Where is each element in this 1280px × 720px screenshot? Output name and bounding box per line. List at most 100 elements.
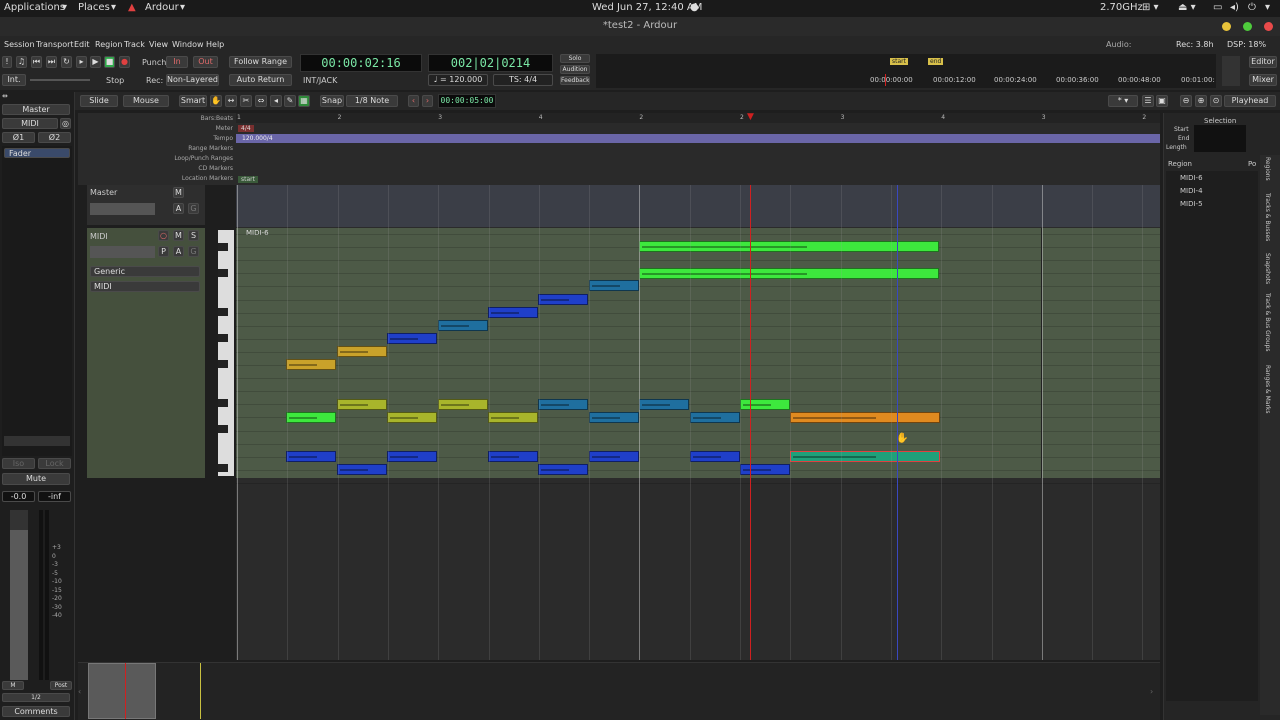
mini-timeline[interactable]: start end 00:00:00:00 00:00:12:00 00:00:… [596,54,1216,88]
midi-note[interactable] [337,464,387,475]
menu-region[interactable]: Region [95,40,122,49]
channel-select[interactable]: MIDI [90,281,200,292]
input-button[interactable]: MIDI [2,118,58,129]
zoom-focus-select[interactable]: Playhead [1224,95,1276,107]
record-mode-select[interactable]: Non-Layered [166,74,219,86]
places-menu[interactable]: Places [78,2,110,13]
shrink-tracks-icon[interactable]: ☰ [1142,95,1154,107]
midi-note[interactable] [690,451,740,462]
solo-button[interactable]: Solo [560,54,590,63]
midi-note[interactable] [538,399,588,410]
playhead-marker-icon[interactable]: ▼ [747,113,755,122]
nudge-forward-icon[interactable]: › [422,95,433,107]
editor-button[interactable]: Editor [1249,56,1277,68]
midi-note[interactable] [286,451,336,462]
gain-fader[interactable] [10,510,28,680]
midi-track-header[interactable]: MIDI ○ M S P A G Generic MIDI [87,228,234,478]
black-key[interactable] [218,425,228,433]
gain-entry[interactable]: -0.0 [2,491,35,502]
peak-display[interactable]: -inf [38,491,71,502]
master-automation-button[interactable]: A [173,203,184,214]
tab-track-bus-groups[interactable]: Track & Bus Groups [1264,293,1271,352]
edit-mode-select[interactable]: Slide [80,95,118,107]
grab-tool-icon[interactable]: ✋ [210,95,222,107]
bbt-ruler[interactable] [236,113,1160,123]
midi-automation-button[interactable]: A [173,246,184,257]
stretch-tool-icon[interactable]: ⇔ [255,95,267,107]
processor-box[interactable]: Fader [2,146,72,456]
goto-start-icon[interactable]: ⏮ [31,56,42,68]
ripple-mode-select[interactable]: Mouse [123,95,169,107]
midi-mute-button[interactable]: M [173,230,184,241]
playhead[interactable] [750,185,751,660]
master-gain-slider[interactable] [90,203,155,215]
black-key[interactable] [218,308,228,316]
master-group-button[interactable]: G [188,203,199,214]
summary-scroll-right-icon[interactable]: › [1150,687,1153,696]
strip-width-icon[interactable]: ⇹ [2,92,14,102]
shuttle-slider[interactable] [30,79,90,81]
midi-group-button[interactable]: G [188,246,199,257]
summary-view-box[interactable] [88,663,156,719]
primary-clock[interactable]: 00:00:02:16 [300,54,422,72]
power-icon[interactable]: ⏻ [1248,2,1256,13]
midi-note[interactable] [589,412,639,423]
master-mute-button[interactable]: M [173,187,184,198]
midi-note[interactable] [639,268,939,279]
nudge-clock[interactable]: 00:00:05:00 [438,94,496,108]
midi-track-name[interactable]: MIDI [90,232,108,241]
master-track-name[interactable]: Master [90,188,117,197]
start-marker[interactable]: start [890,58,908,65]
region-list-header[interactable]: Region [1168,160,1192,168]
tempo-marker[interactable]: 120.000/4 [242,135,273,142]
system-clock[interactable]: Wed Jun 27, 12:40 AM [592,2,702,13]
black-key[interactable] [218,464,228,472]
menu-edit[interactable]: Edit [74,40,90,49]
black-key[interactable] [218,243,228,251]
applications-menu[interactable]: Applications [4,2,65,13]
int-button[interactable]: Int. [2,74,26,86]
grid-type-select[interactable]: 1/8 Note [346,95,398,107]
meter-point-button[interactable]: M [2,681,24,690]
snap-button[interactable]: Snap [320,95,344,107]
content-tool-icon[interactable]: ▦ [298,95,310,107]
zoom-out-icon[interactable]: ⊖ [1180,95,1192,107]
location-start-marker[interactable]: start [238,176,258,183]
menu-track[interactable]: Track [124,40,145,49]
zoom-in-icon[interactable]: ⊕ [1195,95,1207,107]
nudge-back-icon[interactable]: ‹ [408,95,419,107]
visible-tracks-select[interactable]: * ▾ [1108,95,1138,107]
midi-note[interactable] [790,451,940,462]
meter-marker[interactable]: 4/4 [238,125,254,132]
region-position-header[interactable]: Po [1248,160,1256,168]
instrument-select[interactable]: Generic [90,266,200,277]
goto-end-icon[interactable]: ⏭ [46,56,57,68]
midi-note[interactable] [286,412,336,423]
phase-2-button[interactable]: Ø2 [38,132,71,143]
metronome-icon[interactable]: ♫ [16,56,27,68]
range-tool-icon[interactable]: ↔ [225,95,237,107]
smart-mode-button[interactable]: Smart [179,95,207,107]
selection-clocks[interactable] [1194,125,1246,152]
midi-note[interactable] [438,399,488,410]
menu-transport[interactable]: Transport [36,40,74,49]
solo-lock-button[interactable]: Lock [38,458,71,469]
meter-ruler[interactable]: 4/4 [236,124,1160,133]
sync-source[interactable]: INT/JACK [303,76,337,85]
location-ruler[interactable]: start [236,175,1160,184]
midi-note[interactable] [639,241,939,252]
region-list-item[interactable]: MIDI-5 [1180,200,1203,208]
minimize-button[interactable] [1222,22,1231,31]
tab-snapshots[interactable]: Snapshots [1264,253,1271,284]
midi-region-name[interactable]: MIDI-6 [246,229,269,237]
play-icon[interactable]: ▶ [90,56,101,68]
midi-note[interactable] [639,399,689,410]
region-list-item[interactable]: MIDI-4 [1180,187,1203,195]
midi-note[interactable] [538,294,588,305]
auto-return-button[interactable]: Auto Return [229,74,292,86]
tab-regions[interactable]: Regions [1264,157,1271,181]
midi-note[interactable] [387,333,437,344]
midi-gain-slider[interactable] [90,246,155,258]
black-key[interactable] [218,399,228,407]
cut-tool-icon[interactable]: ✂ [240,95,252,107]
